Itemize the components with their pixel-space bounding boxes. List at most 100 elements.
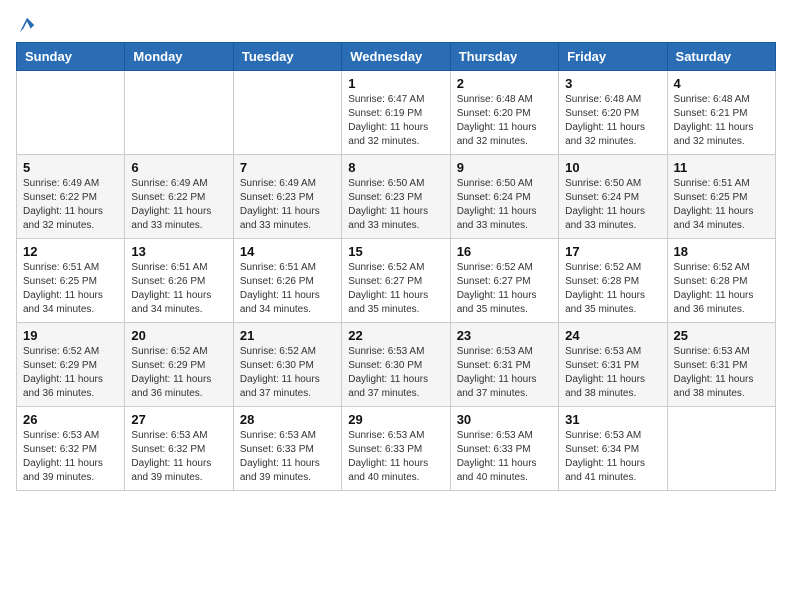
calendar-cell: 25 Sunrise: 6:53 AM Sunset: 6:31 PM Dayli… <box>667 323 775 407</box>
day-info: Sunrise: 6:53 AM Sunset: 6:33 PM Dayligh… <box>348 429 443 485</box>
calendar-cell <box>233 71 341 155</box>
day-number: 14 <box>240 244 335 259</box>
day-number: 12 <box>23 244 118 259</box>
day-number: 15 <box>348 244 443 259</box>
calendar-day-header: Tuesday <box>233 43 341 71</box>
calendar-cell: 23 Sunrise: 6:53 AM Sunset: 6:31 PM Dayli… <box>450 323 558 407</box>
day-number: 29 <box>348 412 443 427</box>
day-number: 17 <box>565 244 660 259</box>
day-number: 21 <box>240 328 335 343</box>
day-info: Sunrise: 6:50 AM Sunset: 6:24 PM Dayligh… <box>565 177 660 233</box>
day-info: Sunrise: 6:49 AM Sunset: 6:23 PM Dayligh… <box>240 177 335 233</box>
day-number: 8 <box>348 160 443 175</box>
calendar-cell <box>667 407 775 491</box>
day-info: Sunrise: 6:50 AM Sunset: 6:23 PM Dayligh… <box>348 177 443 233</box>
day-number: 30 <box>457 412 552 427</box>
day-info: Sunrise: 6:49 AM Sunset: 6:22 PM Dayligh… <box>23 177 118 233</box>
calendar-header-row: SundayMondayTuesdayWednesdayThursdayFrid… <box>17 43 776 71</box>
day-number: 10 <box>565 160 660 175</box>
calendar-day-header: Monday <box>125 43 233 71</box>
day-info: Sunrise: 6:48 AM Sunset: 6:21 PM Dayligh… <box>674 93 769 149</box>
calendar-week-row: 19 Sunrise: 6:52 AM Sunset: 6:29 PM Dayli… <box>17 323 776 407</box>
day-number: 22 <box>348 328 443 343</box>
calendar-cell <box>17 71 125 155</box>
day-number: 18 <box>674 244 769 259</box>
calendar-cell: 5 Sunrise: 6:49 AM Sunset: 6:22 PM Daylig… <box>17 155 125 239</box>
calendar-cell: 4 Sunrise: 6:48 AM Sunset: 6:21 PM Daylig… <box>667 71 775 155</box>
day-info: Sunrise: 6:51 AM Sunset: 6:25 PM Dayligh… <box>23 261 118 317</box>
day-info: Sunrise: 6:52 AM Sunset: 6:29 PM Dayligh… <box>131 345 226 401</box>
day-info: Sunrise: 6:53 AM Sunset: 6:34 PM Dayligh… <box>565 429 660 485</box>
day-number: 24 <box>565 328 660 343</box>
day-number: 26 <box>23 412 118 427</box>
calendar-cell: 14 Sunrise: 6:51 AM Sunset: 6:26 PM Dayli… <box>233 239 341 323</box>
calendar-cell: 2 Sunrise: 6:48 AM Sunset: 6:20 PM Daylig… <box>450 71 558 155</box>
day-number: 1 <box>348 76 443 91</box>
day-info: Sunrise: 6:53 AM Sunset: 6:30 PM Dayligh… <box>348 345 443 401</box>
day-info: Sunrise: 6:52 AM Sunset: 6:30 PM Dayligh… <box>240 345 335 401</box>
day-number: 3 <box>565 76 660 91</box>
calendar-cell: 20 Sunrise: 6:52 AM Sunset: 6:29 PM Dayli… <box>125 323 233 407</box>
day-info: Sunrise: 6:53 AM Sunset: 6:33 PM Dayligh… <box>240 429 335 485</box>
calendar-cell: 7Sunrise: 6:49 AM Sunset: 6:23 PM Daylig… <box>233 155 341 239</box>
day-number: 6 <box>131 160 226 175</box>
calendar-cell: 31 Sunrise: 6:53 AM Sunset: 6:34 PM Dayli… <box>559 407 667 491</box>
day-info: Sunrise: 6:52 AM Sunset: 6:28 PM Dayligh… <box>565 261 660 317</box>
calendar-cell <box>125 71 233 155</box>
day-info: Sunrise: 6:53 AM Sunset: 6:31 PM Dayligh… <box>674 345 769 401</box>
calendar-cell: 26 Sunrise: 6:53 AM Sunset: 6:32 PM Dayli… <box>17 407 125 491</box>
calendar-cell: 27Sunrise: 6:53 AM Sunset: 6:32 PM Dayli… <box>125 407 233 491</box>
calendar-week-row: 26 Sunrise: 6:53 AM Sunset: 6:32 PM Dayli… <box>17 407 776 491</box>
calendar-cell: 1Sunrise: 6:47 AM Sunset: 6:19 PM Daylig… <box>342 71 450 155</box>
calendar-cell: 19 Sunrise: 6:52 AM Sunset: 6:29 PM Dayli… <box>17 323 125 407</box>
day-number: 11 <box>674 160 769 175</box>
calendar-cell: 24 Sunrise: 6:53 AM Sunset: 6:31 PM Dayli… <box>559 323 667 407</box>
day-number: 25 <box>674 328 769 343</box>
day-number: 20 <box>131 328 226 343</box>
day-number: 5 <box>23 160 118 175</box>
calendar-cell: 8 Sunrise: 6:50 AM Sunset: 6:23 PM Daylig… <box>342 155 450 239</box>
day-number: 31 <box>565 412 660 427</box>
calendar-cell: 15Sunrise: 6:52 AM Sunset: 6:27 PM Dayli… <box>342 239 450 323</box>
calendar-cell: 29 Sunrise: 6:53 AM Sunset: 6:33 PM Dayli… <box>342 407 450 491</box>
calendar-cell: 17 Sunrise: 6:52 AM Sunset: 6:28 PM Dayli… <box>559 239 667 323</box>
calendar-table: SundayMondayTuesdayWednesdayThursdayFrid… <box>16 42 776 491</box>
day-number: 28 <box>240 412 335 427</box>
calendar-cell: 12 Sunrise: 6:51 AM Sunset: 6:25 PM Dayli… <box>17 239 125 323</box>
day-info: Sunrise: 6:52 AM Sunset: 6:28 PM Dayligh… <box>674 261 769 317</box>
day-info: Sunrise: 6:53 AM Sunset: 6:32 PM Dayligh… <box>131 429 226 485</box>
calendar-day-header: Sunday <box>17 43 125 71</box>
day-info: Sunrise: 6:53 AM Sunset: 6:31 PM Dayligh… <box>565 345 660 401</box>
day-number: 19 <box>23 328 118 343</box>
day-info: Sunrise: 6:52 AM Sunset: 6:29 PM Dayligh… <box>23 345 118 401</box>
calendar-day-header: Friday <box>559 43 667 71</box>
day-info: Sunrise: 6:48 AM Sunset: 6:20 PM Dayligh… <box>457 93 552 149</box>
day-info: Sunrise: 6:51 AM Sunset: 6:25 PM Dayligh… <box>674 177 769 233</box>
day-info: Sunrise: 6:48 AM Sunset: 6:20 PM Dayligh… <box>565 93 660 149</box>
calendar-cell: 30 Sunrise: 6:53 AM Sunset: 6:33 PM Dayli… <box>450 407 558 491</box>
day-number: 4 <box>674 76 769 91</box>
day-info: Sunrise: 6:53 AM Sunset: 6:33 PM Dayligh… <box>457 429 552 485</box>
calendar-cell: 11 Sunrise: 6:51 AM Sunset: 6:25 PM Dayli… <box>667 155 775 239</box>
calendar-cell: 10 Sunrise: 6:50 AM Sunset: 6:24 PM Dayli… <box>559 155 667 239</box>
day-number: 16 <box>457 244 552 259</box>
day-number: 13 <box>131 244 226 259</box>
calendar-week-row: 1Sunrise: 6:47 AM Sunset: 6:19 PM Daylig… <box>17 71 776 155</box>
day-info: Sunrise: 6:53 AM Sunset: 6:32 PM Dayligh… <box>23 429 118 485</box>
calendar-cell: 28 Sunrise: 6:53 AM Sunset: 6:33 PM Dayli… <box>233 407 341 491</box>
day-info: Sunrise: 6:53 AM Sunset: 6:31 PM Dayligh… <box>457 345 552 401</box>
day-number: 9 <box>457 160 552 175</box>
calendar-cell: 6 Sunrise: 6:49 AM Sunset: 6:22 PM Daylig… <box>125 155 233 239</box>
day-number: 23 <box>457 328 552 343</box>
day-number: 2 <box>457 76 552 91</box>
day-info: Sunrise: 6:50 AM Sunset: 6:24 PM Dayligh… <box>457 177 552 233</box>
logo-icon <box>18 16 36 34</box>
day-info: Sunrise: 6:51 AM Sunset: 6:26 PM Dayligh… <box>240 261 335 317</box>
calendar-day-header: Saturday <box>667 43 775 71</box>
day-info: Sunrise: 6:49 AM Sunset: 6:22 PM Dayligh… <box>131 177 226 233</box>
calendar-cell: 16Sunrise: 6:52 AM Sunset: 6:27 PM Dayli… <box>450 239 558 323</box>
logo <box>16 16 36 30</box>
calendar-day-header: Wednesday <box>342 43 450 71</box>
calendar-week-row: 5 Sunrise: 6:49 AM Sunset: 6:22 PM Daylig… <box>17 155 776 239</box>
calendar-week-row: 12 Sunrise: 6:51 AM Sunset: 6:25 PM Dayli… <box>17 239 776 323</box>
